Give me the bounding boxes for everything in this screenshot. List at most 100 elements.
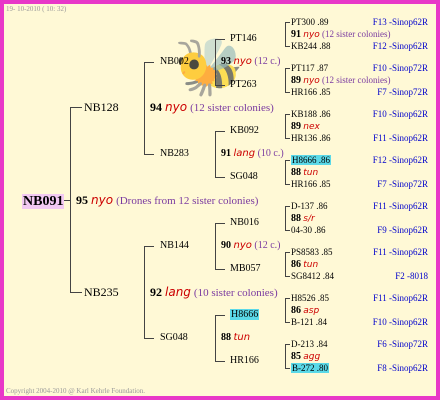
connector	[144, 246, 154, 247]
connector	[285, 252, 290, 253]
gen4-queen[interactable]: SG8412 .84	[291, 272, 334, 281]
root-id[interactable]: NB091	[22, 194, 65, 209]
gen1-line: nyo	[165, 100, 188, 114]
root-year: 95	[76, 193, 88, 207]
gen4-queen[interactable]: D-137 .86	[291, 202, 328, 211]
gen3-queen[interactable]: SG048	[230, 172, 258, 182]
connector	[285, 298, 286, 322]
gen3-line: lang	[233, 148, 256, 159]
connector	[285, 22, 286, 46]
gen4-queen[interactable]: PT117 .87	[291, 64, 328, 73]
connector	[285, 344, 286, 368]
gen4-queen-id[interactable]: B-121 .84	[291, 317, 327, 327]
gen3-queen-highlight[interactable]: H8666	[230, 309, 260, 320]
gen4-queen[interactable]: 04-30 .86	[291, 226, 326, 235]
gen4-queen-id[interactable]: PT300 .89	[291, 17, 329, 27]
gen3-queen[interactable]: HR166	[230, 356, 259, 366]
gen1-info: 92 lang (10 sister colonies)	[150, 286, 278, 299]
gen4-queen-id[interactable]: H8666 .86	[291, 155, 331, 165]
gen4-queen-id[interactable]: D-137 .86	[291, 201, 328, 211]
gen4-note: (12 sister colonies)	[322, 29, 391, 39]
connector	[285, 46, 290, 47]
gen4-info: 88 s/r	[291, 214, 315, 224]
gen4-queen[interactable]: PS8583 .85	[291, 248, 333, 257]
gen4-queen[interactable]: HR136 .86	[291, 134, 331, 143]
connector	[285, 230, 290, 231]
connector	[64, 200, 71, 201]
connector	[144, 338, 154, 339]
gen3-queen[interactable]: MB057	[230, 264, 261, 274]
connector	[285, 184, 290, 185]
connector	[285, 344, 290, 345]
gen4-note: (12 sister colonies)	[322, 75, 391, 85]
gen3-queen[interactable]: PT263	[230, 80, 257, 90]
connector	[285, 276, 290, 277]
gen4-queen-id[interactable]: PS8583 .85	[291, 247, 333, 257]
connector	[285, 252, 286, 276]
gen3-note: (12 c.)	[254, 56, 281, 67]
gen1-note: (10 sister colonies)	[193, 287, 278, 299]
gen3-queen[interactable]: H8666	[230, 309, 260, 320]
connector	[285, 298, 290, 299]
gen3-queen[interactable]: PT146	[230, 34, 257, 44]
gen4-source: F11 -Sinop62R	[373, 133, 428, 143]
copyright: Copyright 2004-2010 @ Karl Kehrle Founda…	[6, 387, 146, 395]
gen4-queen[interactable]: D-213 .84	[291, 340, 328, 349]
gen4-queen-id[interactable]: SG8412 .84	[291, 271, 334, 281]
gen4-queen[interactable]: HR166 .85	[291, 180, 331, 189]
connector	[144, 246, 145, 338]
gen3-info: 91 lang (10 c.)	[221, 149, 284, 159]
gen1-line: lang	[165, 285, 191, 299]
gen4-year: 86	[291, 305, 301, 316]
gen4-queen-id[interactable]: D-213 .84	[291, 339, 328, 349]
gen4-queen-id[interactable]: HR136 .86	[291, 133, 331, 143]
gen4-line: nex	[303, 122, 320, 132]
gen4-queen[interactable]: KB188 .86	[291, 110, 331, 119]
gen4-source: F12 -Sinop62R	[372, 41, 428, 51]
connector	[215, 223, 216, 269]
connector	[215, 315, 225, 316]
gen3-queen[interactable]: NB016	[230, 218, 259, 228]
connector	[285, 114, 290, 115]
connector	[70, 292, 82, 293]
gen4-queen-id[interactable]: H8526 .85	[291, 293, 329, 303]
gen3-note: (12 c.)	[254, 240, 281, 251]
connector	[285, 68, 286, 92]
gen4-queen[interactable]: B-272 .80	[291, 363, 329, 373]
gen4-queen[interactable]: B-121 .84	[291, 318, 327, 327]
gen4-year: 88	[291, 167, 301, 178]
root-queen[interactable]: NB091	[22, 193, 65, 209]
date-stamp: 19- 10-2010 ( 10: 32)	[6, 5, 67, 13]
gen1-queen[interactable]: NB235	[84, 286, 119, 298]
gen4-queen-id[interactable]: KB188 .86	[291, 109, 331, 119]
gen4-queen-id[interactable]: KB244 .88	[291, 41, 331, 51]
gen1-queen[interactable]: NB128	[84, 101, 119, 113]
connector	[215, 361, 225, 362]
gen4-queen[interactable]: PT300 .89	[291, 18, 329, 27]
gen4-queen-id[interactable]: HR166 .85	[291, 87, 331, 97]
gen4-queen[interactable]: H8666 .86	[291, 155, 331, 165]
gen4-source: F8 -Sinop62R	[377, 363, 428, 373]
gen4-queen[interactable]: H8526 .85	[291, 294, 329, 303]
connector	[215, 39, 216, 85]
gen4-queen-id[interactable]: HR166 .85	[291, 179, 331, 189]
gen2-queen[interactable]: NB144	[160, 241, 189, 251]
gen4-queen-id[interactable]: 04-30 .86	[291, 225, 326, 235]
gen1-info: 94 nyo (12 sister colonies)	[150, 101, 274, 114]
gen4-queen-id[interactable]: PT117 .87	[291, 63, 328, 73]
gen3-line: nyo	[233, 240, 252, 251]
gen4-line: s/r	[303, 214, 315, 224]
gen4-info: 85 agg	[291, 352, 320, 362]
gen4-source: F10 -Sinop62R	[372, 317, 428, 327]
gen2-queen[interactable]: SG048	[160, 333, 188, 343]
gen4-queen[interactable]: KB244 .88	[291, 42, 331, 51]
gen3-line: nyo	[233, 56, 252, 67]
gen3-queen[interactable]: KB092	[230, 126, 259, 136]
gen4-queen[interactable]: HR166 .85	[291, 88, 331, 97]
root-note: (Drones from 12 sister colonies)	[116, 195, 259, 207]
gen2-queen[interactable]: NB002	[160, 57, 189, 67]
connector	[215, 269, 225, 270]
gen4-queen-id[interactable]: B-272 .80	[291, 363, 329, 373]
gen4-line: tun	[303, 168, 319, 178]
gen2-queen[interactable]: NB283	[160, 149, 189, 159]
